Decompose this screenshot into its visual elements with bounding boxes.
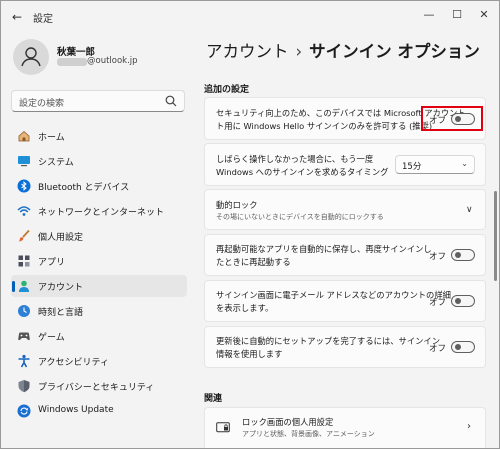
brush-icon xyxy=(19,229,30,242)
toggle-state-label: オフ xyxy=(429,298,447,308)
chevron-right-icon: › xyxy=(467,421,471,432)
setting-label: 動的ロック xyxy=(216,200,258,210)
restart-apps-toggle[interactable] xyxy=(451,249,475,261)
sidebar-item-label: アプリ xyxy=(38,258,66,268)
update-icon xyxy=(17,404,31,418)
signin-info-toggle[interactable] xyxy=(451,341,475,353)
sidebar-item-network[interactable]: ネットワークとインターネット xyxy=(11,200,187,222)
setting-label: サインイン画面に電子メール アドレスなどのアカウントの詳細 xyxy=(216,290,451,300)
back-arrow-icon[interactable]: ← xyxy=(9,9,25,25)
toggle-state-label: オフ xyxy=(429,344,447,354)
sidebar-item-system[interactable]: システム xyxy=(11,150,187,172)
sidebar-item-label: システム xyxy=(38,158,74,168)
sidebar-item-home[interactable]: ホーム xyxy=(11,125,187,147)
apps-icon xyxy=(18,255,30,267)
game-icon xyxy=(18,332,30,341)
sidebar-item-label: Windows Update xyxy=(38,405,114,415)
breadcrumb: アカウント › サインイン オプション xyxy=(206,38,480,62)
settings-window: ← 設定 — ☐ ✕ 秋葉一郎 @outlook.jp 設定の検索 ホーム シス… xyxy=(0,0,500,449)
setting-label: しばらく操作しなかった場合に、もう一度 xyxy=(216,154,374,164)
email-redaction xyxy=(57,58,87,66)
sidebar-item-bluetooth[interactable]: Bluetooth とデバイス xyxy=(11,175,187,197)
search-icon[interactable] xyxy=(164,94,178,108)
sidebar-item-accessibility[interactable]: アクセシビリティ xyxy=(11,350,187,372)
sidebar-item-label: アクセシビリティ xyxy=(38,358,110,368)
sidebar-item-label: プライバシーとセキュリティ xyxy=(38,383,155,393)
search-placeholder: 設定の検索 xyxy=(19,99,65,109)
sidebar-item-label: ネットワークとインターネット xyxy=(38,208,165,218)
account-details-toggle[interactable] xyxy=(451,295,475,307)
sidebar-item-label: アカウント xyxy=(38,283,84,293)
sidebar-item-label: 時刻と言語 xyxy=(38,308,84,318)
setting-label: 情報を使用します xyxy=(216,349,283,359)
page-title: サインイン オプション xyxy=(309,42,480,61)
setting-label: 再起動可能なアプリを自動的に保存し、再度サインインし xyxy=(216,244,432,254)
close-icon[interactable]: ✕ xyxy=(472,5,496,25)
setting-dynamic-lock[interactable]: 動的ロック その場にいないときにデバイスを自動的にロックする xyxy=(204,189,486,230)
setting-label: を表示します。 xyxy=(216,303,274,313)
lock-screen-icon xyxy=(216,422,230,433)
bluetooth-icon xyxy=(17,179,31,193)
scrollbar[interactable] xyxy=(494,191,497,281)
sidebar-item-apps[interactable]: アプリ xyxy=(11,250,187,272)
sidebar-item-label: 個人用設定 xyxy=(38,233,84,243)
avatar[interactable] xyxy=(13,39,49,75)
setting-description: その場にいないときにデバイスを自動的にロックする xyxy=(216,213,384,221)
section-related: 関連 xyxy=(204,394,223,404)
app-title: 設定 xyxy=(33,14,53,25)
breadcrumb-separator: › xyxy=(295,42,303,61)
setting-description: アプリと状態、背景画像、アニメーション xyxy=(242,430,375,438)
highlight-box xyxy=(421,106,483,131)
sidebar-item-gaming[interactable]: ゲーム xyxy=(11,325,187,347)
signin-timeout-dropdown[interactable]: 15分 ⌄ xyxy=(395,155,475,174)
sidebar-item-personalization[interactable]: 個人用設定 xyxy=(11,225,187,247)
sidebar-item-time-language[interactable]: 時刻と言語 xyxy=(11,300,187,322)
chevron-down-icon[interactable]: ∨ xyxy=(466,205,473,215)
sidebar-item-label: ゲーム xyxy=(38,333,65,343)
sidebar-item-label: ホーム xyxy=(38,133,65,143)
wifi-icon xyxy=(17,206,31,216)
setting-label: 更新後に自動的にセットアップを完了するには、サインイン xyxy=(216,336,441,346)
sidebar-item-label: Bluetooth とデバイス xyxy=(38,183,130,193)
accessibility-icon xyxy=(18,354,30,368)
minimize-icon[interactable]: — xyxy=(417,5,441,25)
section-additional-settings: 追加の設定 xyxy=(204,85,250,95)
account-icon xyxy=(19,280,29,292)
search-input[interactable]: 設定の検索 xyxy=(11,90,185,112)
shield-icon xyxy=(18,380,30,393)
title-bar: ← 設定 — ☐ ✕ xyxy=(1,1,499,31)
user-email: @outlook.jp xyxy=(87,56,138,66)
related-lock-screen[interactable]: ロック画面の個人用設定 アプリと状態、背景画像、アニメーション xyxy=(204,407,486,448)
sidebar-item-windows-update[interactable]: Windows Update xyxy=(11,400,187,422)
setting-label: ロック画面の個人用設定 xyxy=(242,417,334,427)
sidebar-item-privacy[interactable]: プライバシーとセキュリティ xyxy=(11,375,187,397)
dropdown-value: 15分 xyxy=(402,162,422,172)
home-icon xyxy=(18,130,30,142)
chevron-down-icon: ⌄ xyxy=(461,159,468,168)
active-indicator xyxy=(12,281,15,292)
toggle-state-label: オフ xyxy=(429,252,447,262)
setting-label: たときに再起動する xyxy=(216,257,291,267)
breadcrumb-parent[interactable]: アカウント xyxy=(206,42,289,61)
system-icon xyxy=(18,156,30,167)
time-language-icon xyxy=(18,305,30,317)
maximize-icon[interactable]: ☐ xyxy=(445,5,469,25)
user-icon xyxy=(21,47,41,67)
setting-label: Windows へのサインインを求めるタイミング xyxy=(216,167,389,177)
setting-label: ト用に Windows Hello サインインのみを許可する (推奨) xyxy=(216,121,433,131)
sidebar-item-accounts[interactable]: アカウント xyxy=(11,275,187,297)
